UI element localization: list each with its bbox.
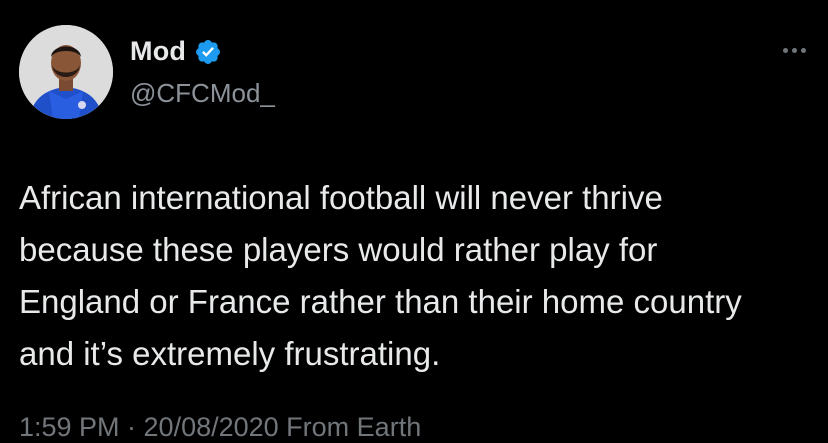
profile-photo-icon bbox=[19, 25, 113, 119]
more-options-button[interactable] bbox=[781, 42, 808, 59]
author-display-name[interactable]: Mod bbox=[130, 36, 186, 67]
avatar[interactable] bbox=[19, 25, 113, 119]
more-horizontal-icon bbox=[783, 48, 788, 53]
verified-badge-icon bbox=[194, 38, 222, 66]
author-handle[interactable]: @CFCMod_ bbox=[130, 78, 275, 109]
tweet-card: Mod @CFCMod_ African international footb… bbox=[0, 0, 828, 442]
author-name-row: Mod bbox=[130, 36, 222, 67]
tweet-timestamp[interactable]: 1:59 PM · 20/08/2020 From Earth bbox=[19, 412, 421, 443]
tweet-text: African international football will neve… bbox=[19, 179, 742, 372]
